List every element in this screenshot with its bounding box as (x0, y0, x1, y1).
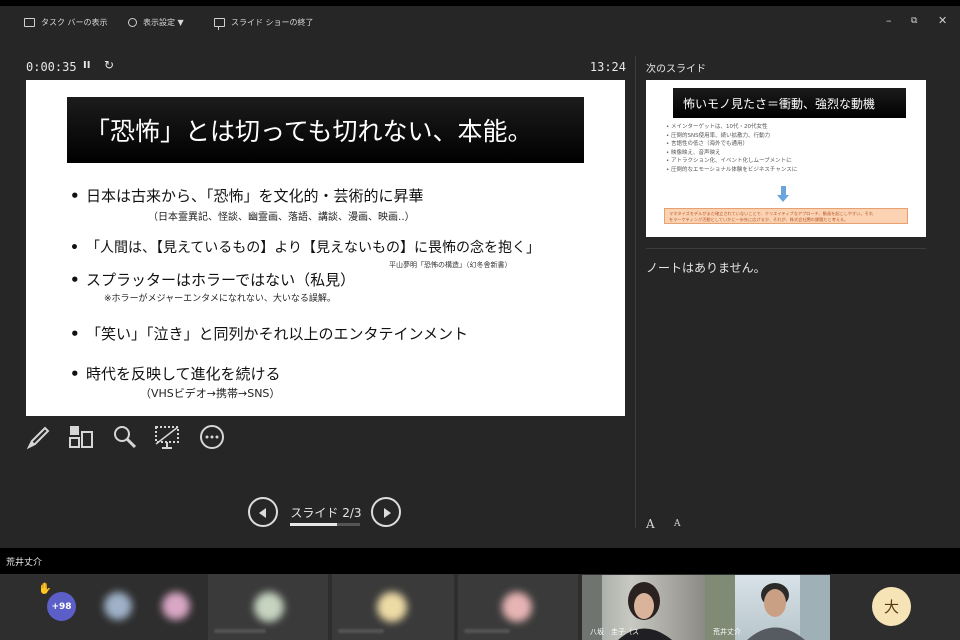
avatar (104, 592, 132, 620)
next-slide-thumbnail[interactable]: 怖いモノ見たさ＝衝動、強烈な動機 メインターゲットは、10代・20代女性 圧倒的… (646, 80, 926, 237)
bullet-3-text: スプラッターはホラーではない（私見） (86, 271, 356, 289)
bullet-4-text: 「笑い」「泣き」と同列かそれ以上のエンタテインメント (86, 325, 469, 343)
clock: 13:24 (589, 60, 626, 74)
more-options-icon[interactable] (199, 424, 225, 450)
next-slide-button[interactable] (371, 497, 401, 527)
participant-tile[interactable] (458, 574, 578, 640)
bullet-5-sub: （VHSビデオ→携帯→SNS） (140, 387, 281, 400)
avatar (502, 592, 532, 622)
settings-icon (128, 18, 137, 27)
bullet-5-text: 時代を反映して進化を続ける (86, 365, 281, 383)
current-slide[interactable]: 「恐怖」とは切っても切れない、本能。 • 日本は古来から、「恐怖」を文化的・芸術的… (26, 80, 625, 416)
restart-timer-icon[interactable]: ↻ (104, 58, 114, 72)
presenter-toolbar: タスク バーの表示 表示設定 ▼ スライド ショーの終了 – ⧉ ✕ (0, 6, 960, 40)
see-all-slides-icon[interactable] (68, 424, 94, 450)
bullet-2: • 「人間は、【見えているもの】より【見えないもの】に畏怖の念を抱く」 (70, 237, 540, 257)
end-show-icon (214, 18, 225, 30)
slide-progress-track (290, 523, 360, 526)
presenter-name: 荒井丈介 (6, 558, 43, 568)
next-slide-bullets: メインターゲットは、10代・20代女性 圧倒的SNS使用率、続い拡散力、行動力 … (666, 123, 797, 175)
elapsed-timer: 0:00:35 (26, 60, 77, 74)
pane-divider[interactable] (635, 56, 636, 528)
bullet-dot: • (70, 187, 80, 205)
slide-counter[interactable]: スライド 2/3 (290, 504, 362, 521)
close-icon[interactable]: ✕ (938, 15, 947, 27)
raise-hand-icon: ✋ (38, 582, 52, 595)
bullet-dot: • (70, 365, 80, 383)
next-slide-bullet: 言語性の低さ（海外でも通用） (666, 140, 797, 149)
increase-font-icon[interactable]: A (646, 517, 655, 531)
bullet-dot: • (70, 240, 79, 256)
previous-slide-button[interactable] (248, 497, 278, 527)
black-screen-icon[interactable] (154, 424, 180, 450)
slide-progress-fill (290, 523, 337, 526)
bullet-dot: • (70, 325, 80, 343)
down-arrow-icon (777, 186, 789, 202)
participant-video-1-name: 八坂 圭子（ス (590, 628, 639, 636)
next-slide-label: 次のスライド (646, 64, 706, 75)
bullet-2-text: 「人間は、【見えているもの】より【見えないもの】に畏怖の念を抱く」 (86, 240, 541, 256)
show-taskbar-label: タスク バーの表示 (41, 18, 108, 27)
bullet-2-citation: 平山夢明「恐怖の構造」（幻冬舎新書） (389, 261, 512, 269)
pen-icon[interactable] (26, 424, 52, 450)
avatar (377, 592, 407, 622)
bullet-3-sub: ※ホラーがメジャーエンタメになれない、大いなる誤解。 (104, 294, 336, 304)
bullet-1-sub: （日本霊異記、怪談、幽霊画、落語、講談、漫画、映画‥） (148, 212, 415, 223)
next-slide-bullet: 映像映え、音声映え (666, 149, 797, 158)
display-settings-label: 表示設定 ▼ (143, 18, 184, 27)
callout-line: マネタイズモデルがまだ確立されていないことで、クリエイティブなアプローチ、動画を… (669, 211, 874, 216)
slide-title: 「恐怖」とは切っても切れない、本能。 (67, 97, 584, 163)
next-slide-bullet: 圧倒的SNS使用率、続い拡散力、行動力 (666, 132, 797, 141)
participant-name (464, 629, 510, 633)
minimize-icon[interactable]: – (886, 15, 892, 27)
next-slide-bullet: アトラクション化、イベント化しムーブメントに (666, 157, 797, 166)
notes-divider (646, 248, 926, 249)
next-slide-bullet: 圧倒的なエモーショナル体験をビジネスチャンスに (666, 166, 797, 175)
restore-icon[interactable]: ⧉ (911, 15, 917, 27)
decrease-font-icon[interactable]: A (674, 519, 681, 529)
bullet-1: • 日本は古来から、「恐怖」を文化的・芸術的に昇華 (70, 185, 424, 206)
bullet-dot: • (70, 271, 80, 289)
display-settings-button[interactable]: 表示設定 ▼ (128, 17, 184, 28)
bullet-5: • 時代を反映して進化を続ける (70, 363, 281, 384)
pause-icon[interactable]: II (83, 60, 90, 71)
end-slideshow-label: スライド ショーの終了 (231, 18, 314, 27)
zoom-icon[interactable] (112, 424, 138, 450)
more-participants-badge[interactable]: +98 (47, 592, 76, 621)
participant-tile[interactable] (90, 574, 204, 640)
next-slide-bullet: メインターゲットは、10代・20代女性 (666, 123, 797, 132)
participant-video-1[interactable]: 八坂 圭子（ス (582, 575, 705, 640)
callout-line: をマーケティング活動としていかに一歩先に広げるか、それが、株式会社闇の課題だと考… (669, 216, 849, 222)
show-taskbar-button[interactable]: タスク バーの表示 (24, 17, 108, 28)
bullet-1-text: 日本は古来から、「恐怖」を文化的・芸術的に昇華 (86, 187, 424, 205)
participant-tile[interactable] (332, 574, 454, 640)
avatar (254, 592, 284, 622)
participant-avatar[interactable]: 大 (872, 587, 911, 626)
taskbar-icon (24, 18, 35, 27)
bullet-3: • スプラッターはホラーではない（私見） (70, 269, 355, 290)
end-slideshow-button[interactable]: スライド ショーの終了 (214, 17, 314, 30)
avatar (162, 592, 190, 620)
next-slide-callout: マネタイズモデルがまだ確立されていないことで、クリエイティブなアプローチ、動画を… (664, 208, 908, 224)
participant-tile[interactable] (208, 574, 328, 640)
bullet-4: • 「笑い」「泣き」と同列かそれ以上のエンタテインメント (70, 323, 468, 344)
meeting-presenter-bar: 荒井丈介 (0, 548, 960, 574)
participant-video-2-name: 荒井丈介 (713, 628, 741, 636)
speaker-notes[interactable]: ノートはありません。 (646, 259, 766, 276)
participant-name (338, 629, 384, 633)
participant-video-2[interactable]: 荒井丈介 (705, 575, 830, 640)
next-slide-title: 怖いモノ見たさ＝衝動、強烈な動機 (673, 88, 906, 118)
participant-name (214, 629, 266, 633)
